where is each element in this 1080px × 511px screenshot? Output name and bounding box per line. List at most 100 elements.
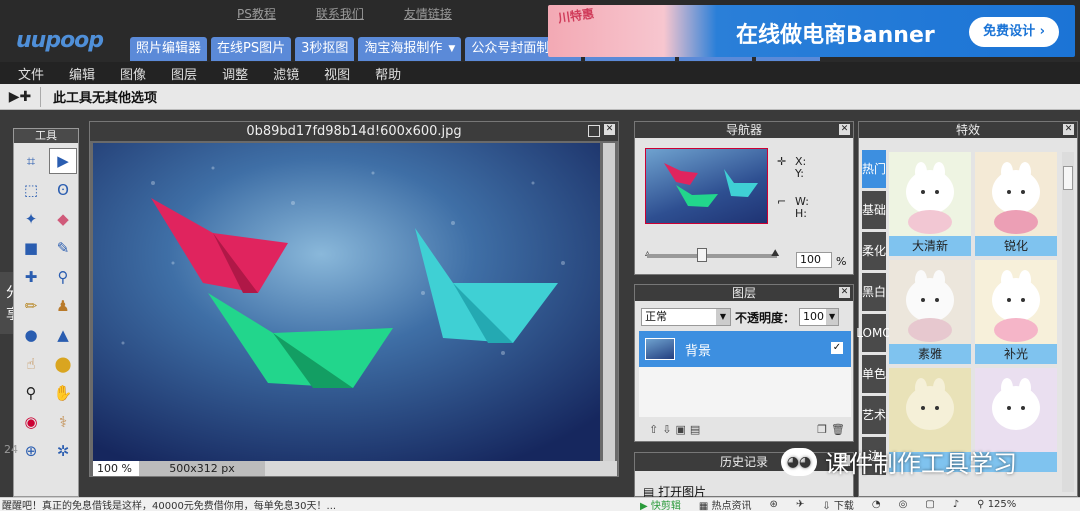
status-quick-edit[interactable]: ▶ 快剪辑 — [640, 497, 681, 511]
effect-item[interactable]: 补光 — [975, 260, 1057, 364]
image-zoom-input[interactable]: 100 % — [93, 461, 139, 476]
menu-filter[interactable]: 滤镜 — [273, 64, 299, 83]
opacity-label: 不透明度： — [735, 310, 796, 325]
brush-icon[interactable]: ✎ — [49, 235, 77, 261]
tab-taobao-poster[interactable]: 淘宝海报制作 ▼ — [358, 37, 462, 61]
status-news[interactable]: ▦ 热点资讯 — [699, 497, 752, 511]
status-zoom[interactable]: ⚲ 125% — [977, 499, 1016, 510]
healing-icon[interactable]: ✚ — [17, 264, 45, 290]
status-ad-text[interactable]: 醒醒吧！真正的免息借钱是这样，40000元免费借你用，每单免息30天！... — [0, 497, 640, 511]
status-icon-d[interactable]: ◎ — [899, 499, 908, 510]
navigator-title: 导航器 — [725, 123, 762, 137]
layer-row[interactable]: 背景 ✓ — [639, 331, 851, 367]
opacity-select[interactable]: 100 ▼ — [799, 308, 840, 326]
status-download[interactable]: ⇩ 下载 — [822, 497, 854, 511]
chevron-down-icon: ▼ — [826, 309, 839, 325]
effect-item[interactable]: 锐化 — [975, 152, 1057, 256]
menu-view[interactable]: 视图 — [324, 64, 350, 83]
status-icon-f[interactable]: ♪ — [953, 499, 959, 510]
tab-cutout[interactable]: 3秒抠图 — [295, 37, 355, 61]
tab-basic[interactable]: 基础 — [862, 191, 886, 229]
move-icon[interactable]: ▶ — [49, 148, 77, 174]
effect-item[interactable]: 素雅 — [889, 260, 971, 364]
navigator-thumbnail[interactable] — [645, 148, 768, 224]
tab-black-white[interactable]: 黑白 — [862, 273, 886, 311]
tab-popular[interactable]: 热门 — [862, 150, 886, 188]
status-right: ▶ 快剪辑 ▦ 热点资讯 ⊛ ✈ ⇩ 下载 ◔ ◎ ▢ ♪ ⚲ 125% — [640, 497, 1016, 511]
menu-adjust[interactable]: 调整 — [222, 64, 248, 83]
layer-settings-icon[interactable]: ▤ — [690, 423, 700, 436]
navigator-zoom-unit: % — [836, 255, 847, 268]
smudge-icon[interactable]: ☝ — [17, 351, 45, 377]
tab-online-ps[interactable]: 在线PS图片 — [211, 37, 292, 61]
link-friends[interactable]: 友情链接 — [404, 5, 452, 22]
zoom-slider[interactable] — [647, 248, 777, 262]
new-layer-icon[interactable]: ❐ — [817, 423, 827, 436]
zoom-in-icon[interactable]: ⛰ — [771, 248, 779, 259]
magic-wand-icon[interactable]: ✦ — [17, 206, 45, 232]
hand-icon[interactable]: ✋ — [49, 380, 77, 406]
tab-label: 3秒抠图 — [301, 41, 349, 56]
layer-visibility-checkbox[interactable]: ✓ — [831, 342, 843, 354]
wechat-icon: ◕◕ — [781, 447, 817, 476]
close-icon[interactable]: ✕ — [839, 287, 850, 298]
puzzle-icon[interactable]: ✲ — [49, 438, 77, 464]
blend-mode-select[interactable]: 正常 ▼ — [641, 308, 731, 326]
tab-soften[interactable]: 柔化 — [862, 232, 886, 270]
gradient-icon[interactable]: ■ — [17, 235, 45, 261]
status-icon-c[interactable]: ◔ — [872, 499, 881, 510]
pencil-icon[interactable]: ✏ — [17, 293, 45, 319]
canvas-photo[interactable] — [93, 143, 600, 461]
link-contact[interactable]: 联系我们 — [316, 5, 364, 22]
status-icon-e[interactable]: ▢ — [925, 499, 934, 510]
tab-photo-editor[interactable]: 照片编辑器 — [130, 37, 208, 61]
image-scrollbar[interactable] — [603, 143, 615, 461]
menu-layer[interactable]: 图层 — [171, 64, 197, 83]
maximize-icon[interactable] — [588, 125, 600, 137]
tab-mono[interactable]: 单色 — [862, 355, 886, 393]
eraser-icon[interactable]: ◆ — [49, 206, 77, 232]
effect-item[interactable]: 大清新 — [889, 152, 971, 256]
opacity-value: 100 — [803, 310, 825, 323]
red-eye-icon[interactable]: ◉ — [17, 409, 45, 435]
sponge-icon[interactable]: ⬤ — [49, 351, 77, 377]
site-logo[interactable]: uupoop — [16, 28, 104, 53]
navigator-zoom-input[interactable]: 100 — [796, 252, 832, 268]
lasso-icon[interactable]: ʘ — [49, 177, 77, 203]
blur-icon[interactable]: ● — [17, 322, 45, 348]
layer-up-icon[interactable]: ⇧ — [649, 423, 658, 436]
scrollbar-thumb[interactable] — [1063, 166, 1073, 190]
banner-sticker: 川特惠 — [557, 6, 595, 26]
ad-banner[interactable]: 川特惠 在线做电商Banner 免费设计 › — [548, 5, 1075, 57]
selection-size-icon: ⌐ — [777, 195, 787, 208]
effects-panel: 特效 ✕ 热门 基础 柔化 黑白 LOMO 单色 艺术 边 大清新 锐化 素雅 … — [856, 121, 1078, 497]
status-icon-b[interactable]: ✈ — [796, 499, 804, 510]
stamp-icon[interactable]: ♟ — [49, 293, 77, 319]
link-ps-tutorial[interactable]: PS教程 — [237, 5, 276, 22]
close-icon[interactable]: ✕ — [604, 124, 615, 135]
close-icon[interactable]: ✕ — [839, 124, 850, 135]
close-icon[interactable]: ✕ — [1063, 124, 1074, 135]
target-icon[interactable]: ⊕ — [17, 438, 45, 464]
effects-scrollbar[interactable] — [1062, 152, 1074, 492]
zoom-slider-handle[interactable] — [697, 248, 707, 262]
menu-file[interactable]: 文件 — [18, 64, 44, 83]
marquee-icon[interactable]: ⬚ — [17, 177, 45, 203]
trash-icon[interactable]: 🗑 — [831, 423, 845, 436]
tab-art[interactable]: 艺术 — [862, 396, 886, 434]
status-icon-a[interactable]: ⊛ — [770, 499, 778, 510]
menu-edit[interactable]: 编辑 — [69, 64, 95, 83]
divider — [40, 86, 41, 107]
crop-icon[interactable]: ⌗ — [17, 148, 45, 174]
options-bar: ▶✚ 此工具无其他选项 — [0, 84, 1080, 110]
tab-lomo[interactable]: LOMO — [856, 314, 892, 352]
color-picker-icon[interactable]: ⚕ — [49, 409, 77, 435]
layer-mask-icon[interactable]: ▣ — [675, 423, 685, 436]
menu-image[interactable]: 图像 — [120, 64, 146, 83]
menu-help[interactable]: 帮助 — [375, 64, 401, 83]
layer-down-icon[interactable]: ⇩ — [662, 423, 671, 436]
zoom-icon[interactable]: ⚲ — [17, 380, 45, 406]
clone-stamp-icon[interactable]: ⚲ — [49, 264, 77, 290]
sharpen-icon[interactable]: ▲ — [49, 322, 77, 348]
banner-free-design-button[interactable]: 免费设计 › — [969, 17, 1059, 47]
